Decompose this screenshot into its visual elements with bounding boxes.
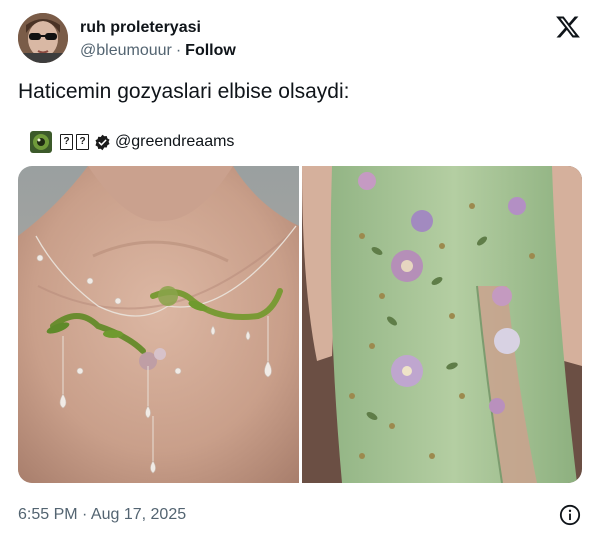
x-logo-icon[interactable] [555, 14, 581, 40]
info-icon[interactable] [559, 504, 581, 526]
green-floral-dress-photo-icon [302, 166, 582, 483]
author-handle[interactable]: @bleumouur [80, 42, 172, 59]
media-image-dress[interactable] [302, 166, 582, 483]
separator-dot: · [175, 42, 182, 59]
quoted-handle: @greendreaams [115, 133, 235, 150]
author-handle-line: @bleumouur · Follow [80, 42, 236, 60]
avatar-image [18, 13, 68, 63]
eye-icon [30, 131, 52, 153]
media-image-necklace[interactable] [18, 166, 299, 483]
author-name[interactable]: ruh proleteryasi [80, 19, 201, 37]
tweet-timestamp[interactable]: 6:55 PM · Aug 17, 2025 [18, 506, 186, 524]
tweet-text: Haticemin gozyaslari elbise olsaydi: [18, 80, 350, 103]
author-avatar[interactable] [18, 13, 68, 63]
unknown-glyph-box: ? [60, 134, 73, 150]
unknown-glyph-box: ? [76, 134, 89, 150]
necklace-photo-icon [18, 166, 299, 483]
follow-button[interactable]: Follow [185, 42, 236, 59]
quoted-avatar [30, 131, 52, 153]
quoted-author-row[interactable]: ? ? @greendreaams [30, 131, 234, 153]
verified-badge-icon [95, 134, 110, 150]
